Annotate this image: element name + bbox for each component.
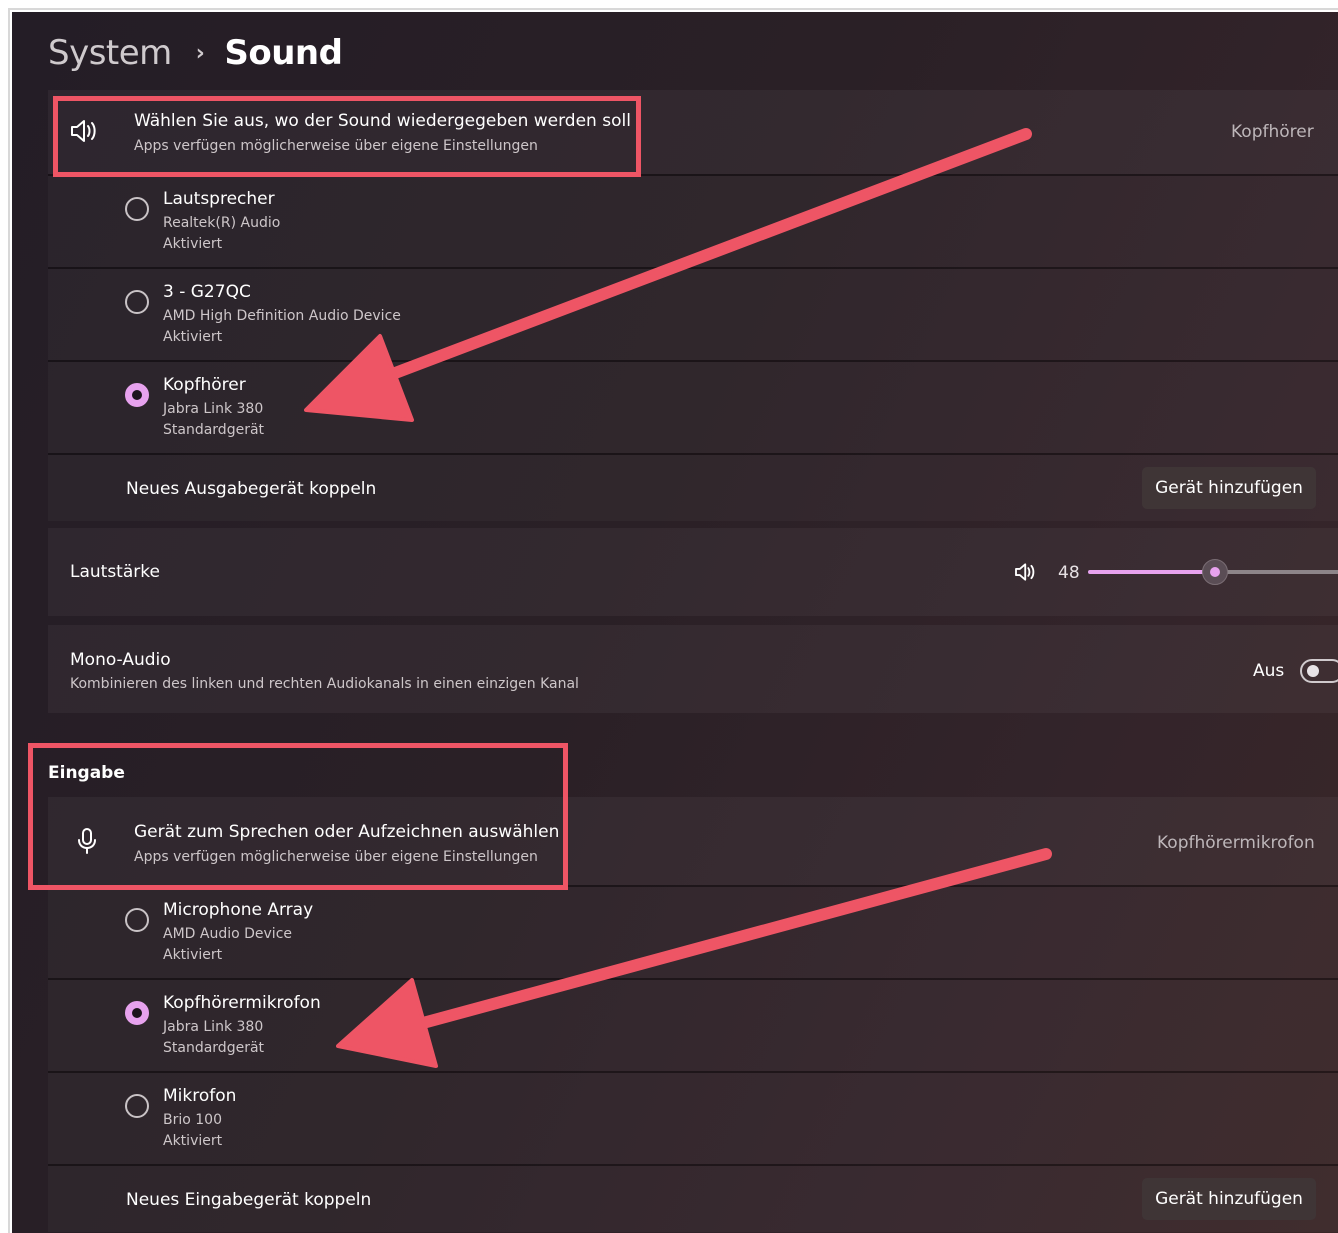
- mono-audio-row: Mono-Audio Kombinieren des linken und re…: [48, 625, 1338, 713]
- volume-row: Lautstärke 48: [48, 528, 1338, 616]
- device-driver: Realtek(R) Audio: [163, 215, 281, 231]
- device-driver: Brio 100: [163, 1112, 222, 1128]
- output-device-header[interactable]: Wählen Sie aus, wo der Sound wiedergegeb…: [48, 90, 1338, 174]
- device-status: Standardgerät: [163, 1040, 265, 1056]
- device-name: Microphone Array: [163, 900, 314, 920]
- device-status: Aktiviert: [163, 236, 223, 252]
- volume-label: Lautstärke: [70, 562, 160, 582]
- mono-audio-toggle[interactable]: [1300, 659, 1338, 683]
- radio-button[interactable]: [125, 197, 149, 221]
- input-header-title: Gerät zum Sprechen oder Aufzeichnen ausw…: [134, 822, 560, 842]
- volume-track-remaining: [1216, 570, 1338, 574]
- output-header-title: Wählen Sie aus, wo der Sound wiedergegeb…: [134, 111, 631, 131]
- breadcrumb-separator: ›: [195, 40, 205, 66]
- output-selected-value: Kopfhörer: [1231, 122, 1314, 142]
- list-item[interactable]: Mikrofon Brio 100 Aktiviert: [48, 1073, 1338, 1164]
- microphone-icon: [76, 827, 98, 859]
- volume-slider-thumb[interactable]: [1202, 559, 1228, 585]
- device-status: Standardgerät: [163, 422, 265, 438]
- device-driver: Jabra Link 380: [163, 401, 264, 417]
- input-header-desc: Apps verfügen möglicherweise über eigene…: [134, 849, 538, 865]
- speaker-icon: [70, 118, 100, 148]
- device-driver: Jabra Link 380: [163, 1019, 264, 1035]
- input-selected-value: Kopfhörermikrofon: [1157, 833, 1315, 853]
- device-status: Aktiviert: [163, 329, 223, 345]
- device-name: Mikrofon: [163, 1086, 237, 1106]
- radio-button-selected[interactable]: [125, 1001, 149, 1025]
- breadcrumb: System › Sound: [48, 28, 343, 78]
- pair-input-row: Neues Eingabegerät koppeln Gerät hinzufü…: [48, 1166, 1338, 1232]
- add-input-device-button[interactable]: Gerät hinzufügen: [1142, 1178, 1316, 1220]
- device-name: Kopfhörer: [163, 375, 246, 395]
- device-name: Lautsprecher: [163, 189, 275, 209]
- output-header-desc: Apps verfügen möglicherweise über eigene…: [134, 138, 538, 154]
- pair-output-row: Neues Ausgabegerät koppeln Gerät hinzufü…: [48, 455, 1338, 521]
- radio-button[interactable]: [125, 290, 149, 314]
- volume-value: 48: [1058, 563, 1080, 583]
- speaker-icon[interactable]: [1014, 562, 1038, 586]
- device-driver: AMD Audio Device: [163, 926, 293, 942]
- mono-audio-desc: Kombinieren des linken und rechten Audio…: [70, 676, 579, 692]
- list-item[interactable]: Kopfhörermikrofon Jabra Link 380 Standar…: [48, 980, 1338, 1071]
- list-item[interactable]: Lautsprecher Realtek(R) Audio Aktiviert: [48, 176, 1338, 267]
- screenshot-frame: System › Sound Wählen Sie aus, wo der So…: [8, 8, 1338, 1233]
- device-status: Aktiviert: [163, 1133, 223, 1149]
- page-title: Sound: [224, 33, 343, 73]
- radio-button[interactable]: [125, 1094, 149, 1118]
- device-name: Kopfhörermikrofon: [163, 993, 321, 1013]
- mono-audio-state: Aus: [1253, 661, 1285, 681]
- pair-input-label: Neues Eingabegerät koppeln: [126, 1190, 372, 1210]
- breadcrumb-system[interactable]: System: [48, 33, 172, 73]
- device-name: 3 - G27QC: [163, 282, 251, 302]
- device-status: Aktiviert: [163, 947, 223, 963]
- mono-audio-title: Mono-Audio: [70, 650, 171, 670]
- input-section-label: Eingabe: [48, 763, 125, 783]
- radio-button[interactable]: [125, 908, 149, 932]
- pair-output-label: Neues Ausgabegerät koppeln: [126, 479, 377, 499]
- add-output-device-button[interactable]: Gerät hinzufügen: [1142, 467, 1316, 509]
- volume-track-filled: [1088, 570, 1216, 574]
- radio-button-selected[interactable]: [125, 383, 149, 407]
- input-device-header[interactable]: Gerät zum Sprechen oder Aufzeichnen ausw…: [48, 797, 1338, 885]
- device-driver: AMD High Definition Audio Device: [163, 308, 401, 324]
- settings-window: System › Sound Wählen Sie aus, wo der So…: [12, 12, 1338, 1233]
- list-item[interactable]: 3 - G27QC AMD High Definition Audio Devi…: [48, 269, 1338, 360]
- list-item[interactable]: Kopfhörer Jabra Link 380 Standardgerät: [48, 362, 1338, 453]
- list-item[interactable]: Microphone Array AMD Audio Device Aktivi…: [48, 887, 1338, 978]
